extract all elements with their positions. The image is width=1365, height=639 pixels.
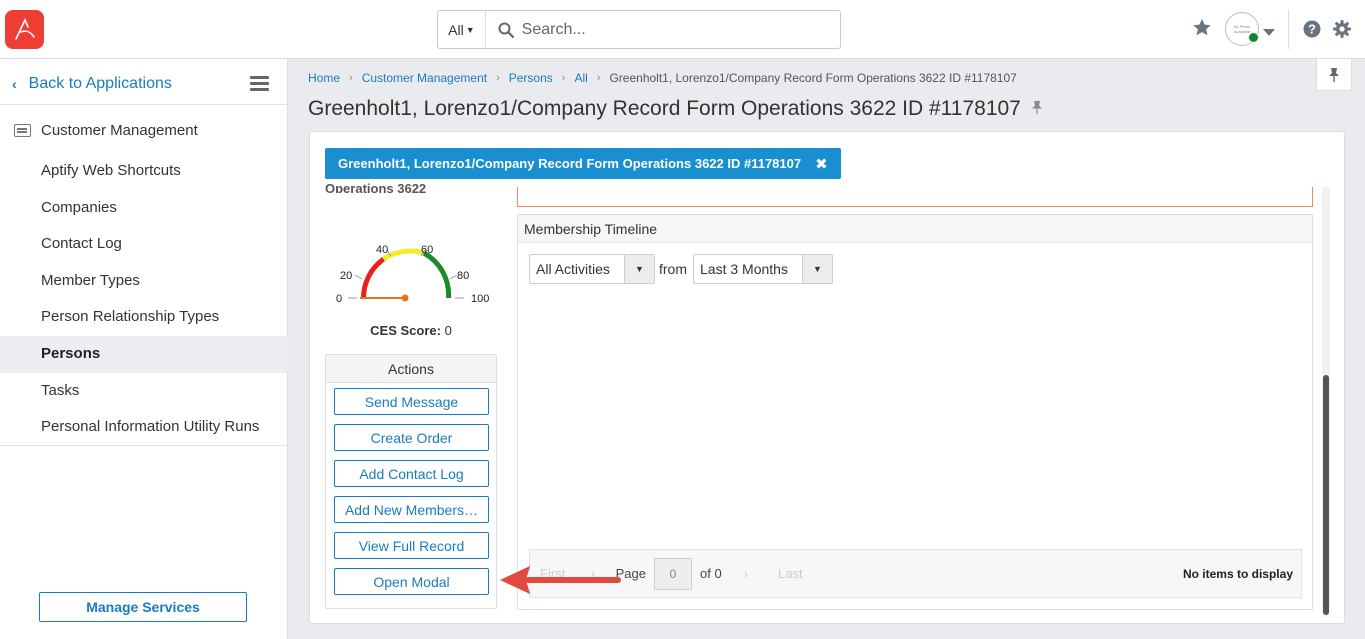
online-status-icon xyxy=(1248,32,1259,43)
pager-empty-message: No items to display xyxy=(1182,566,1293,581)
create-order-button[interactable]: Create Order xyxy=(334,424,489,451)
gear-icon[interactable] xyxy=(1333,20,1351,43)
breadcrumb: Home › Customer Management › Persons › A… xyxy=(308,71,1017,85)
page-title-text: Greenholt1, Lorenzo1/Company Record Form… xyxy=(308,97,1021,120)
breadcrumb-persons[interactable]: Persons xyxy=(509,71,553,85)
sidebar-item-tasks[interactable]: Tasks xyxy=(0,373,288,410)
gauge-green-segment xyxy=(422,251,452,299)
aptify-logo-icon xyxy=(14,17,35,40)
record-subtitle-partial: Operations 3622 xyxy=(325,183,427,193)
activity-filter-dropdown[interactable]: All Activities ▼ xyxy=(529,254,655,284)
top-bar: All▼ No Photo Available ? xyxy=(0,0,1365,59)
search-icon xyxy=(498,21,516,39)
sidebar-item-persons[interactable]: Persons xyxy=(0,335,288,373)
ces-score-value: 0 xyxy=(444,323,452,338)
close-icon[interactable]: ✖ xyxy=(815,155,828,173)
sidebar-item-companies[interactable]: Companies xyxy=(0,190,288,227)
actions-panel: Actions Send Message Create Order Add Co… xyxy=(325,354,497,609)
sidebar-item-member-types[interactable]: Member Types xyxy=(0,263,288,300)
gauge-tick-label: 40 xyxy=(376,244,388,256)
previous-panel-bottom-edge xyxy=(517,187,1313,207)
date-range-dropdown[interactable]: Last 3 Months ▼ xyxy=(693,254,833,284)
hamburger-menu-icon[interactable] xyxy=(250,76,269,92)
ces-score: CES Score: 0 xyxy=(325,323,497,338)
open-modal-button[interactable]: Open Modal xyxy=(334,568,489,595)
toolbar-divider xyxy=(1288,10,1289,49)
pager-next-button[interactable]: › xyxy=(744,566,748,581)
search-input[interactable] xyxy=(521,20,840,39)
record-tab-label: Greenholt1, Lorenzo1/Company Record Form… xyxy=(338,156,802,171)
chevron-left-icon: ‹ xyxy=(12,76,17,92)
activity-filter-value: All Activities xyxy=(536,261,610,277)
chevron-down-icon[interactable] xyxy=(1263,24,1275,42)
sidebar-item-personal-information-utility-runs[interactable]: Personal Information Utility Runs xyxy=(0,409,288,446)
back-to-applications-link[interactable]: ‹ Back to Applications xyxy=(12,75,172,93)
app-logo[interactable] xyxy=(5,10,44,49)
pin-icon xyxy=(1329,67,1339,82)
sidebar-section-customer-management[interactable]: Customer Management xyxy=(14,122,198,139)
list-icon xyxy=(14,124,31,137)
sidebar-section-label: Customer Management xyxy=(41,122,198,139)
annotation-arrow-icon xyxy=(500,566,621,594)
sidebar-divider xyxy=(0,104,288,105)
chevron-right-icon: › xyxy=(496,72,500,84)
sidebar-item-person-relationship-types[interactable]: Person Relationship Types xyxy=(0,299,288,336)
view-full-record-button[interactable]: View Full Record xyxy=(334,532,489,559)
pager-page-input[interactable]: 0 xyxy=(654,557,692,590)
gauge-red-segment xyxy=(360,257,386,299)
caret-down-icon: ▼ xyxy=(465,24,475,35)
pager-last-button[interactable]: Last xyxy=(778,566,803,581)
gauge-needle-hub xyxy=(401,294,409,302)
chevron-right-icon: › xyxy=(561,72,566,84)
gauge-yellow-segment xyxy=(382,248,425,262)
search-scope-dropdown[interactable]: All ▼ xyxy=(438,11,486,48)
page-title: Greenholt1, Lorenzo1/Company Record Form… xyxy=(308,97,1043,121)
chevron-right-icon: › xyxy=(349,72,353,84)
gauge-tick-label: 0 xyxy=(336,293,342,305)
from-label: from xyxy=(659,261,687,277)
sidebar-divider xyxy=(0,445,288,446)
sidebar-item-contact-log[interactable]: Contact Log xyxy=(0,226,288,263)
record-summary-column: Operations 3622 0 20 40 60 80 100 CES Sc… xyxy=(325,183,497,617)
actions-title: Actions xyxy=(326,355,496,383)
pager: First ‹ Page 0 of 0 › Last No items to d… xyxy=(529,549,1302,598)
search-bar: All ▼ xyxy=(437,10,841,49)
ces-score-gauge: 0 20 40 60 80 100 xyxy=(336,244,489,305)
sidebar-item-aptify-web-shortcuts[interactable]: Aptify Web Shortcuts xyxy=(0,153,288,190)
sidebar-nav-list: Aptify Web Shortcuts Companies Contact L… xyxy=(0,153,288,446)
star-icon[interactable] xyxy=(1192,18,1212,42)
help-icon[interactable]: ? xyxy=(1303,20,1321,43)
gauge-tick-label: 60 xyxy=(421,244,433,256)
ces-score-label: CES Score: xyxy=(370,323,441,338)
breadcrumb-customer-management[interactable]: Customer Management xyxy=(362,71,487,85)
manage-services-button[interactable]: Manage Services xyxy=(39,592,247,622)
record-tab[interactable]: Greenholt1, Lorenzo1/Company Record Form… xyxy=(325,148,841,179)
breadcrumb-home[interactable]: Home xyxy=(308,71,340,85)
gauge-tick-label: 80 xyxy=(457,270,469,282)
membership-timeline-title: Membership Timeline xyxy=(518,215,1312,243)
chevron-right-icon: › xyxy=(596,72,601,84)
add-contact-log-button[interactable]: Add Contact Log xyxy=(334,460,489,487)
pager-total-label: of 0 xyxy=(700,566,722,581)
send-message-button[interactable]: Send Message xyxy=(334,388,489,415)
pin-panel-button[interactable] xyxy=(1316,59,1352,91)
record-card: Greenholt1, Lorenzo1/Company Record Form… xyxy=(309,131,1345,624)
back-link-label: Back to Applications xyxy=(28,75,172,92)
add-new-membership-button[interactable]: Add New Members… xyxy=(334,496,489,523)
gauge-tick-label: 100 xyxy=(471,293,489,305)
search-scope-label: All xyxy=(448,21,464,38)
membership-timeline-panel: Membership Timeline All Activities ▼ fro… xyxy=(517,214,1313,610)
scrollbar-thumb[interactable] xyxy=(1323,375,1329,615)
gauge-tick-label: 20 xyxy=(340,270,352,282)
caret-down-icon: ▼ xyxy=(802,255,832,283)
breadcrumb-all[interactable]: All xyxy=(574,71,587,85)
sidebar: ‹ Back to Applications Customer Manageme… xyxy=(0,59,288,639)
caret-down-icon: ▼ xyxy=(624,255,654,283)
user-avatar[interactable]: No Photo Available xyxy=(1225,12,1259,46)
date-range-value: Last 3 Months xyxy=(700,261,788,277)
breadcrumb-current-record: Greenholt1, Lorenzo1/Company Record Form… xyxy=(609,71,1017,85)
pin-icon[interactable] xyxy=(1031,97,1043,121)
svg-text:?: ? xyxy=(1308,22,1316,37)
